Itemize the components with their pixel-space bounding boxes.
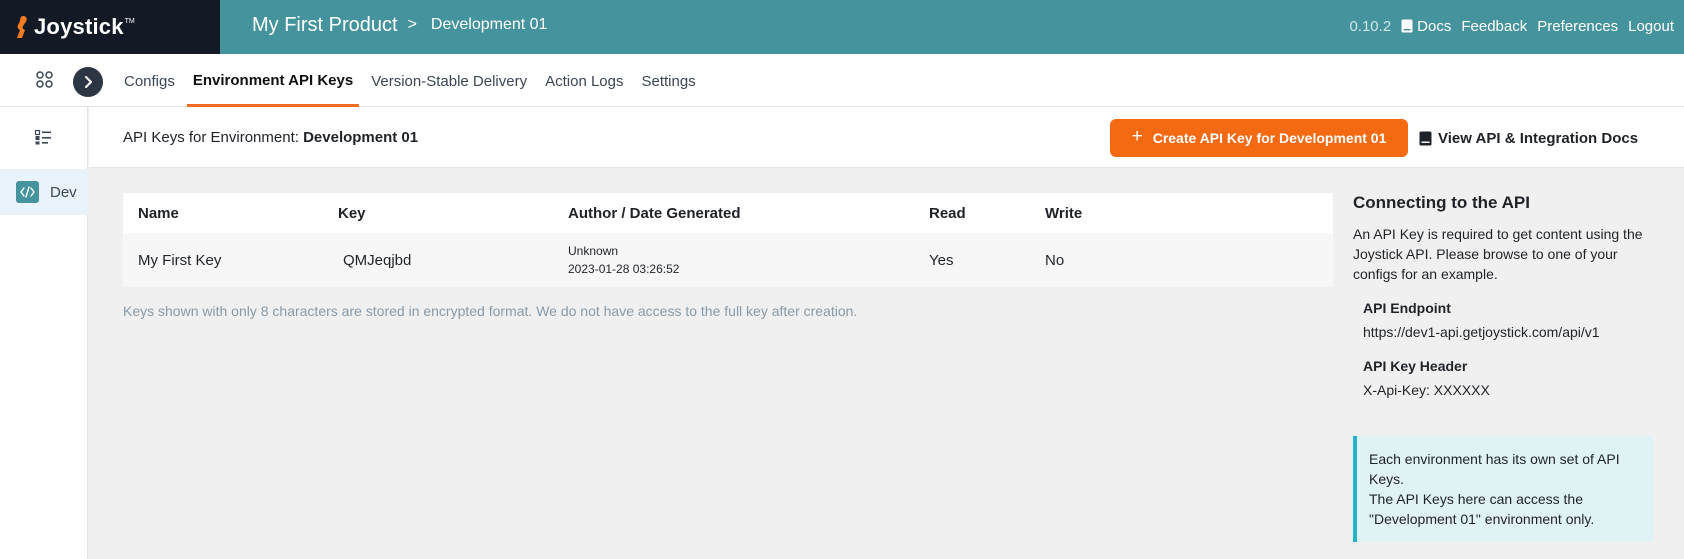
api-keys-table: Name Key Author / Date Generated Read Wr… <box>123 193 1333 287</box>
tab-action-logs[interactable]: Action Logs <box>539 54 629 107</box>
cell-author-date: Unknown 2023-01-28 03:26:52 <box>568 233 679 287</box>
cell-name: My First Key <box>138 251 222 269</box>
cell-write: No <box>1045 251 1065 269</box>
table-header: Name Key Author / Date Generated Read Wr… <box>123 193 1333 233</box>
tab-row: Configs Environment API Keys Version-Sta… <box>0 54 1684 107</box>
brand-trademark: TM <box>124 17 135 25</box>
api-endpoint-label: API Endpoint <box>1363 300 1451 316</box>
sidebar-item-dev[interactable]: Dev <box>0 169 88 215</box>
feedback-link[interactable]: Feedback <box>1461 18 1527 35</box>
brand-logo[interactable]: Joystick TM <box>0 0 220 54</box>
cell-date: 2023-01-28 03:26:52 <box>568 262 680 276</box>
page-header: API Keys for Environment: Development 01… <box>89 107 1684 168</box>
tab-version-stable-delivery[interactable]: Version-Stable Delivery <box>365 54 533 107</box>
cell-author: Unknown <box>568 244 619 258</box>
view-api-docs-link[interactable]: View API & Integration Docs <box>1419 119 1638 157</box>
left-sidebar: Dev <box>0 107 88 559</box>
breadcrumb-environment[interactable]: Development 01 <box>431 16 548 34</box>
chevron-right-icon <box>85 76 92 88</box>
column-header-name: Name <box>138 204 179 222</box>
api-endpoint-section: API Endpoint https://dev1-api.getjoystic… <box>1353 300 1663 340</box>
view-api-docs-label: View API & Integration Docs <box>1438 129 1639 147</box>
top-bar: Joystick TM My First Product > Developme… <box>0 0 1684 54</box>
cell-key: QMJeqjbd <box>343 251 412 269</box>
logout-link[interactable]: Logout <box>1628 18 1674 35</box>
docs-label: Docs <box>1417 17 1452 35</box>
api-key-header-section: API Key Header X-Api-Key: XXXXXX <box>1353 358 1663 398</box>
column-header-read: Read <box>929 204 966 222</box>
brand-name: Joystick <box>34 14 124 39</box>
info-line-2: The API Keys here can access the "Develo… <box>1369 491 1595 527</box>
tabs: Configs Environment API Keys Version-Sta… <box>118 54 708 107</box>
panel-description: An API Key is required to get content us… <box>1353 226 1643 282</box>
info-line-1: Each environment has its own set of API … <box>1369 451 1620 487</box>
docs-link[interactable]: Docs <box>1401 18 1451 35</box>
tab-settings[interactable]: Settings <box>635 54 701 107</box>
tab-environment-api-keys[interactable]: Environment API Keys <box>186 54 360 107</box>
create-api-key-button[interactable]: + Create API Key for Development 01 <box>1110 119 1408 157</box>
api-connection-panel: Connecting to the API An API Key is requ… <box>1353 193 1663 542</box>
code-icon <box>16 181 39 203</box>
apps-grid-icon[interactable] <box>36 71 53 88</box>
create-api-key-label: Create API Key for Development 01 <box>1152 130 1387 146</box>
list-view-icon[interactable] <box>35 130 52 145</box>
encryption-note: Keys shown with only 8 characters are st… <box>123 303 858 319</box>
book-icon <box>1401 19 1413 33</box>
tab-configs[interactable]: Configs <box>118 54 181 107</box>
table-row[interactable]: My First Key QMJeqjbd Unknown 2023-01-28… <box>123 233 1333 287</box>
api-endpoint-value: https://dev1-api.getjoystick.com/api/v1 <box>1363 324 1600 340</box>
column-header-author: Author / Date Generated <box>568 204 741 222</box>
top-nav: 0.10.2 Docs Feedback Preferences Logout <box>1349 0 1674 52</box>
breadcrumb: My First Product > Development 01 <box>252 0 547 50</box>
page-title-prefix: API Keys for Environment: <box>123 129 304 146</box>
preferences-link[interactable]: Preferences <box>1537 18 1618 35</box>
page-title-environment: Development 01 <box>303 129 419 146</box>
panel-title: Connecting to the API <box>1353 193 1530 212</box>
breadcrumb-product[interactable]: My First Product <box>252 14 398 37</box>
column-header-write: Write <box>1045 204 1083 222</box>
sidebar-item-label: Dev <box>50 183 77 201</box>
version-label: 0.10.2 <box>1349 17 1392 35</box>
expand-sidebar-button[interactable] <box>73 67 103 97</box>
api-key-header-value: X-Api-Key: XXXXXX <box>1363 382 1490 398</box>
plus-icon: + <box>1131 126 1143 147</box>
breadcrumb-separator: > <box>407 16 417 33</box>
cell-read: Yes <box>929 251 954 269</box>
environment-info-box: Each environment has its own set of API … <box>1353 436 1653 542</box>
book-icon <box>1419 131 1432 145</box>
joystick-logo-icon <box>17 16 27 38</box>
column-header-key: Key <box>338 204 366 222</box>
page-title: API Keys for Environment: Development 01 <box>123 129 418 146</box>
api-key-header-label: API Key Header <box>1363 358 1468 374</box>
